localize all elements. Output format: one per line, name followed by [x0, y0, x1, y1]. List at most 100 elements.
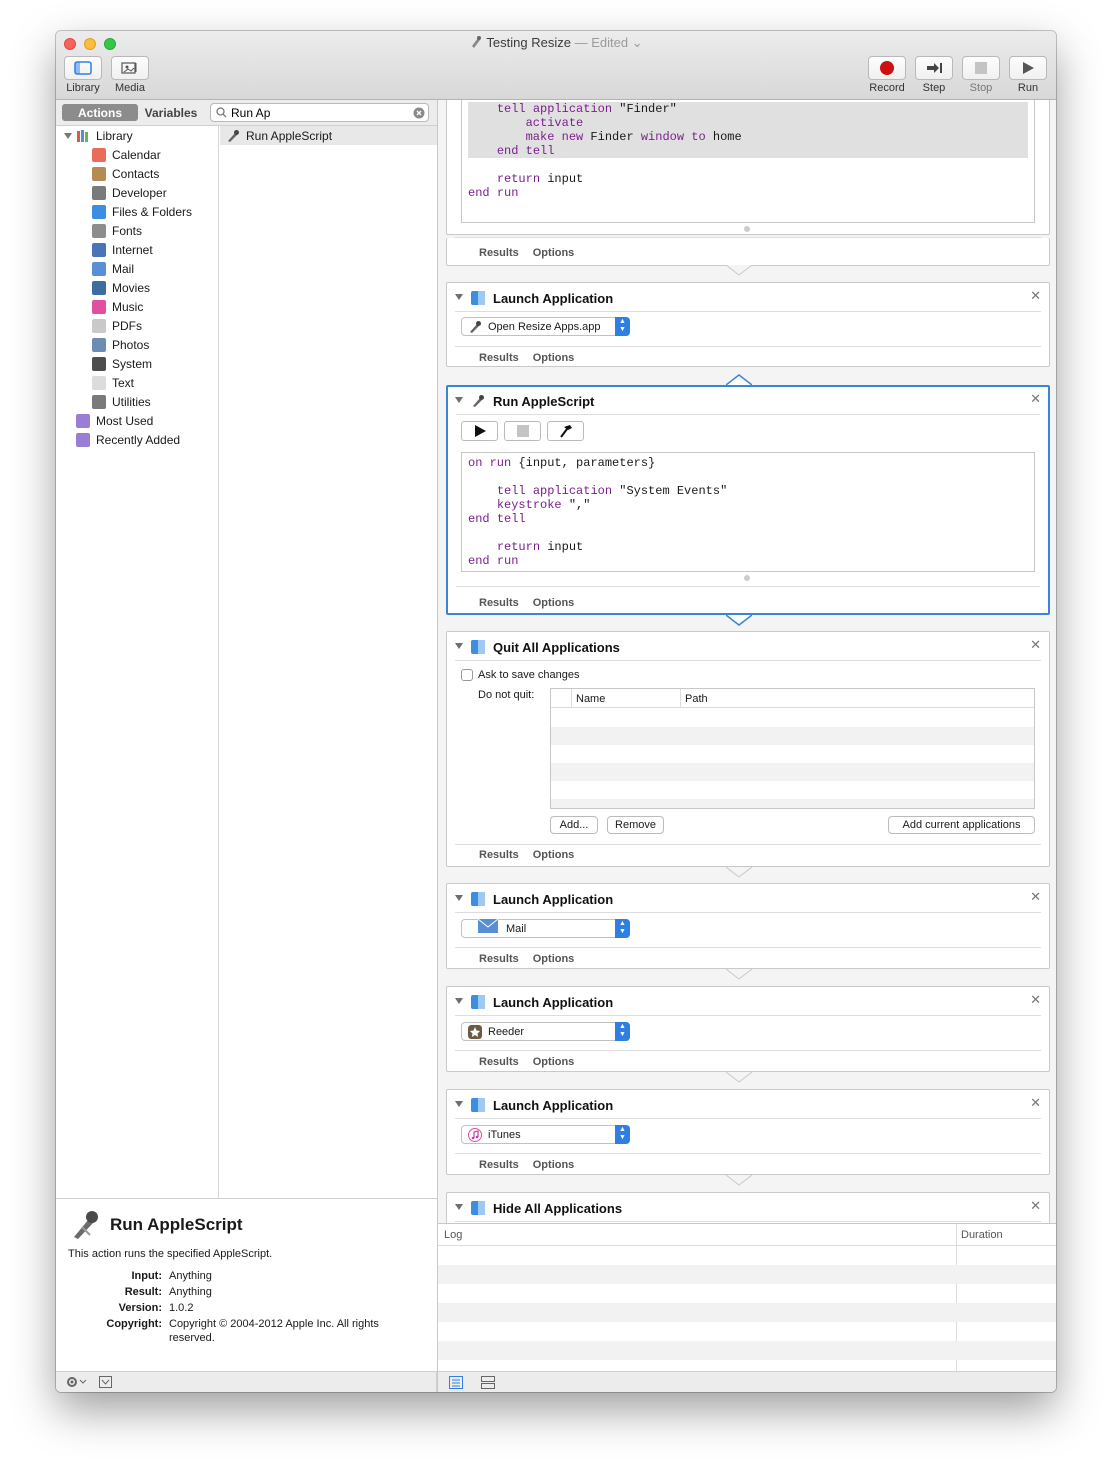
applescript-editor-1[interactable]: tell application "Finder" activate make … [461, 100, 1035, 223]
run-script-button[interactable] [461, 421, 498, 441]
collapse-toggle-icon[interactable] [455, 895, 463, 901]
description-toggle-icon[interactable] [99, 1376, 112, 1388]
library-item-utilities[interactable]: Utilities [92, 392, 151, 411]
collapse-toggle-icon[interactable] [455, 294, 463, 300]
library-item-label: Utilities [112, 394, 151, 409]
results-toggle[interactable]: Results [479, 1056, 519, 1068]
application-popup[interactable]: iTunes ▲ ▼ [461, 1125, 630, 1144]
library-item-mail[interactable]: Mail [92, 259, 134, 278]
library-toggle-button[interactable] [64, 56, 102, 80]
add-current-applications-button[interactable]: Add current applications [888, 816, 1035, 834]
action-card-launch-application-mail[interactable]: Launch Application ✕ Mail ▲ ▼ Results Opti… [446, 883, 1050, 969]
remove-action-icon[interactable]: ✕ [1030, 637, 1041, 653]
action-card-launch-application-reeder[interactable]: Launch Application ✕ Reeder ▲ ▼ Results Op… [446, 986, 1050, 1072]
application-popup[interactable]: Mail ▲ ▼ [461, 918, 630, 938]
library-item-system[interactable]: System [92, 354, 152, 373]
options-toggle[interactable]: Options [533, 597, 575, 609]
run-button[interactable] [1009, 56, 1047, 80]
remove-action-icon[interactable]: ✕ [1030, 288, 1041, 304]
duration-column-header[interactable]: Duration [961, 1229, 1003, 1241]
action-card-run-applescript-1[interactable]: tell application "Finder" activate make … [446, 100, 1050, 235]
application-popup[interactable]: Reeder ▲ ▼ [461, 1022, 630, 1041]
library-item-files-folders[interactable]: Files & Folders [92, 202, 192, 221]
action-item-run-applescript[interactable]: Run AppleScript [220, 126, 437, 145]
library-item-photos[interactable]: Photos [92, 335, 149, 354]
library-item-contacts[interactable]: Contacts [92, 164, 159, 183]
library-item-text[interactable]: Text [92, 373, 134, 392]
remove-button[interactable]: Remove [607, 816, 664, 834]
title-chevron-icon[interactable]: ⌄ [632, 35, 643, 50]
log-column-header[interactable]: Log [444, 1229, 462, 1241]
library-item-calendar[interactable]: Calendar [92, 145, 161, 164]
results-toggle[interactable]: Results [479, 352, 519, 364]
action-search-field[interactable] [210, 103, 429, 122]
results-toggle[interactable]: Results [479, 849, 519, 861]
library-item-label: Music [112, 299, 144, 314]
remove-action-icon[interactable]: ✕ [1030, 391, 1041, 407]
stop-button[interactable] [962, 56, 1000, 80]
log-view-icon[interactable] [449, 1376, 463, 1389]
action-card-hide-all-applications[interactable]: Hide All Applications ✕ ResultsOptions [446, 1192, 1050, 1223]
stop-script-button[interactable] [504, 421, 541, 441]
remove-action-icon[interactable]: ✕ [1030, 1095, 1041, 1111]
variables-tab[interactable]: Variables [138, 104, 204, 121]
contacts-icon [92, 166, 106, 181]
library-item-fonts[interactable]: Fonts [92, 221, 142, 240]
library-item-movies[interactable]: Movies [92, 278, 150, 297]
remove-action-icon[interactable]: ✕ [1030, 992, 1041, 1008]
name-column-header[interactable]: Name [576, 693, 605, 705]
options-toggle[interactable]: Options [533, 1056, 575, 1068]
media-label: Media [115, 82, 145, 94]
results-toggle[interactable]: Results [479, 1159, 519, 1171]
library-item-most-used[interactable]: Most Used [76, 411, 153, 430]
clear-search-icon[interactable] [413, 107, 425, 119]
options-toggle[interactable]: Options [533, 849, 575, 861]
action-card-launch-application-1[interactable]: Launch Application ✕ Open Resize Apps.ap… [446, 282, 1050, 367]
library-item-internet[interactable]: Internet [92, 240, 153, 259]
path-column-header[interactable]: Path [685, 693, 708, 705]
action-item-label: Run AppleScript [246, 128, 333, 143]
search-input[interactable] [231, 105, 411, 120]
results-toggle[interactable]: Results [479, 247, 519, 259]
collapse-toggle-icon[interactable] [455, 998, 463, 1004]
action-card-launch-application-itunes[interactable]: Launch Application ✕ iTunes ▲ ▼ Results Op… [446, 1089, 1050, 1175]
compile-script-button[interactable] [547, 421, 584, 441]
action-card-run-applescript-2[interactable]: Run AppleScript ✕ on run {input, paramet… [446, 385, 1050, 615]
options-toggle[interactable]: Options [533, 352, 575, 364]
results-toggle[interactable]: Results [479, 597, 519, 609]
application-popup[interactable]: Open Resize Apps.app ▲ ▼ [461, 317, 630, 336]
options-toggle[interactable]: Options [533, 247, 575, 259]
gear-icon[interactable] [66, 1376, 88, 1388]
record-icon [880, 61, 894, 75]
remove-action-icon[interactable]: ✕ [1030, 1198, 1041, 1214]
library-root-label: Library [96, 128, 133, 143]
code-line: end run [468, 186, 519, 200]
record-button[interactable] [868, 56, 906, 80]
library-disclosure-icon[interactable] [64, 133, 72, 139]
ask-to-save-checkbox[interactable] [461, 669, 473, 681]
library-item-music[interactable]: Music [92, 297, 143, 316]
results-toggle[interactable]: Results [479, 953, 519, 965]
step-button[interactable] [915, 56, 953, 80]
library-root[interactable]: Library [76, 126, 133, 145]
add-button[interactable]: Add... [550, 816, 598, 834]
collapse-toggle-icon[interactable] [455, 1204, 463, 1210]
library-item-label: Calendar [112, 147, 161, 162]
library-item-recently-added[interactable]: Recently Added [76, 430, 180, 449]
collapse-toggle-icon[interactable] [455, 643, 463, 649]
code-line: end run [468, 554, 519, 568]
options-toggle[interactable]: Options [533, 953, 575, 965]
media-button[interactable] [111, 56, 149, 80]
mail-app-icon [477, 918, 499, 933]
action-card-quit-all-applications[interactable]: Quit All Applications ✕ Ask to save chan… [446, 631, 1050, 867]
actions-tab[interactable]: Actions [62, 104, 138, 121]
variables-view-icon[interactable] [481, 1376, 495, 1389]
do-not-quit-table[interactable]: Name Path [550, 688, 1035, 809]
library-item-developer[interactable]: Developer [92, 183, 167, 202]
options-toggle[interactable]: Options [533, 1159, 575, 1171]
collapse-toggle-icon[interactable] [455, 1101, 463, 1107]
collapse-toggle-icon[interactable] [455, 397, 463, 403]
remove-action-icon[interactable]: ✕ [1030, 889, 1041, 905]
applescript-editor-2[interactable]: on run {input, parameters} tell applicat… [461, 452, 1035, 572]
library-item-pdfs[interactable]: PDFs [92, 316, 142, 335]
